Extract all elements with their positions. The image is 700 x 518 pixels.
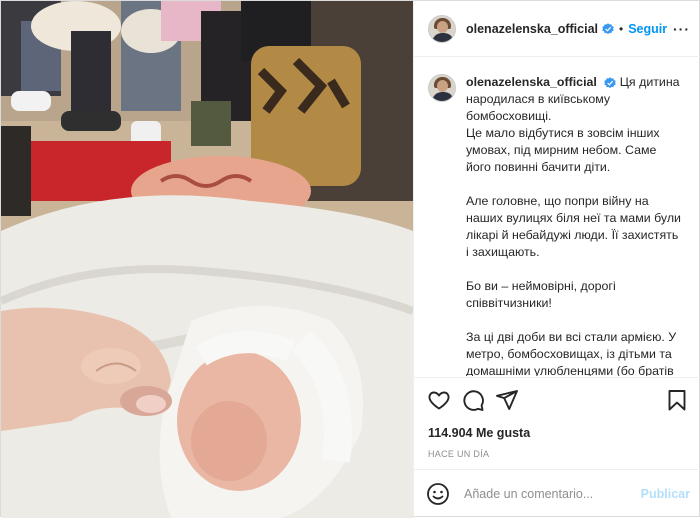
post-sidebar: olenazelenska_official • Seguir ··· olen… bbox=[413, 1, 700, 518]
follow-button[interactable]: Seguir bbox=[628, 22, 667, 36]
bookmark-icon[interactable] bbox=[665, 388, 689, 412]
comment-bar: Publicar bbox=[414, 469, 700, 518]
likes-count[interactable]: 114.904 Me gusta bbox=[428, 426, 530, 440]
avatar[interactable] bbox=[428, 14, 456, 43]
comment-input[interactable] bbox=[464, 487, 641, 501]
comment-icon[interactable] bbox=[461, 388, 485, 412]
paper-plane-icon[interactable] bbox=[495, 388, 519, 412]
caption-avatar[interactable] bbox=[428, 74, 456, 102]
separator-dot: • bbox=[619, 21, 624, 36]
caption-paragraph: За ці дві доби ви всі стали армією. У ме… bbox=[466, 330, 677, 376]
more-options-icon[interactable]: ··· bbox=[673, 21, 690, 37]
post-timestamp[interactable]: HACE UN DÍA bbox=[428, 449, 489, 459]
post-photo-newborn-in-shelter bbox=[1, 1, 413, 518]
post-header: olenazelenska_official • Seguir ··· bbox=[414, 1, 700, 57]
action-bar bbox=[414, 377, 700, 423]
username-link[interactable]: olenazelenska_official bbox=[466, 22, 598, 36]
caption-paragraph: Бо ви – неймовірні, дорогі співвітчизник… bbox=[466, 279, 616, 310]
verified-badge-icon bbox=[602, 22, 614, 34]
verified-badge-icon bbox=[604, 77, 617, 88]
smiley-icon[interactable] bbox=[426, 482, 450, 506]
post-photo[interactable] bbox=[1, 1, 413, 518]
caption-paragraph: Це мало відбутися в зовсім інших умовах,… bbox=[466, 126, 660, 174]
caption-username[interactable]: olenazelenska_official bbox=[466, 75, 597, 89]
heart-icon[interactable] bbox=[427, 388, 451, 412]
publish-button[interactable]: Publicar bbox=[641, 487, 690, 501]
post-caption: olenazelenska_official Ця дитина народил… bbox=[414, 58, 700, 376]
caption-paragraph: Але головне, що попри війну на наших вул… bbox=[466, 194, 681, 259]
instagram-post-modal: olenazelenska_official • Seguir ··· olen… bbox=[0, 0, 700, 518]
caption-text: olenazelenska_official Ця дитина народил… bbox=[466, 74, 684, 376]
